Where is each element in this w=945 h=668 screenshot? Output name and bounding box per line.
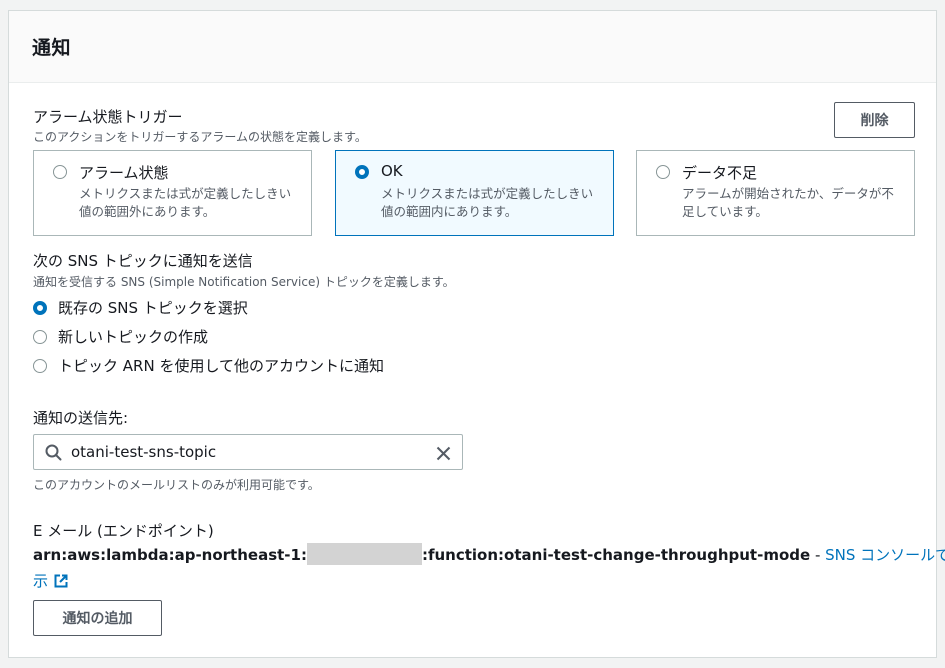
arn-separator: -	[810, 546, 826, 564]
radio-new-topic[interactable]	[33, 329, 47, 344]
radio-ok[interactable]	[355, 165, 369, 179]
trigger-option-description: アラームが開始されたか、データが不足しています。	[682, 186, 894, 219]
trigger-option-insufficient-data[interactable]: データ不足 アラームが開始されたか、データが不足しています。	[636, 150, 915, 236]
radio-insufficient-data[interactable]	[656, 165, 670, 179]
sns-console-link-text[interactable]: 示	[33, 570, 48, 591]
destination-value: otani-test-sns-topic	[71, 443, 217, 461]
trigger-option-ok[interactable]: OK メトリクスまたは式が定義したしきい値の範囲内にあります。	[335, 150, 614, 236]
sns-option-label: 新しいトピックの作成	[58, 328, 209, 346]
destination-search-input[interactable]: otani-test-sns-topic	[33, 434, 463, 470]
radio-alarm[interactable]	[53, 165, 67, 179]
destination-label: 通知の送信先:	[33, 409, 129, 427]
sns-description: 通知を受信する SNS (Simple Notification Service…	[33, 275, 455, 289]
trigger-option-description: メトリクスまたは式が定義したしきい値の範囲外にあります。	[79, 186, 292, 219]
endpoint-label: E メール (エンドポイント)	[33, 522, 214, 540]
panel-header: 通知	[9, 11, 936, 83]
panel-title: 通知	[32, 37, 72, 59]
trigger-option-label: データ不足	[682, 164, 758, 182]
destination-hint: このアカウントのメールリストのみが利用可能です。	[33, 478, 320, 492]
trigger-option-alarm[interactable]: アラーム状態 メトリクスまたは式が定義したしきい値の範囲外にあります。	[33, 150, 312, 236]
external-link-icon[interactable]	[54, 574, 68, 588]
notification-panel: 通知 アラーム状態トリガー このアクションをトリガーするアラームの状態を定義しま…	[8, 10, 945, 658]
remove-button[interactable]: 削除	[834, 102, 915, 138]
radio-topic-arn[interactable]	[33, 358, 47, 373]
sns-option-label: 既存の SNS トピックを選択	[58, 299, 248, 317]
sns-console-link[interactable]: SNS コンソールで表	[825, 546, 945, 564]
search-icon	[45, 444, 62, 461]
trigger-option-label: OK	[381, 162, 403, 180]
endpoint-arn: arn:aws:lambda:ap-northeast-1: :function:…	[33, 543, 945, 565]
sns-option-label: トピック ARN を使用して他のアカウントに通知	[58, 357, 384, 375]
sns-option-existing[interactable]: 既存の SNS トピックを選択	[33, 297, 248, 318]
sns-option-new[interactable]: 新しいトピックの作成	[33, 326, 208, 347]
sns-option-arn[interactable]: トピック ARN を使用して他のアカウントに通知	[33, 355, 384, 376]
sns-console-link-continued[interactable]: 示	[33, 570, 68, 591]
radio-existing-topic[interactable]	[33, 300, 47, 315]
add-notification-button[interactable]: 通知の追加	[33, 600, 162, 636]
arn-prefix: arn:aws:lambda:ap-northeast-1:	[33, 546, 307, 564]
clear-icon[interactable]	[436, 446, 451, 461]
sns-label: 次の SNS トピックに通知を送信	[33, 252, 253, 270]
alarm-trigger-description: このアクションをトリガーするアラームの状態を定義します。	[33, 130, 367, 144]
alarm-trigger-label: アラーム状態トリガー	[33, 108, 183, 126]
redacted-account-id	[306, 543, 422, 565]
trigger-option-label: アラーム状態	[79, 164, 169, 182]
arn-suffix: :function:otani-test-change-throughput-m…	[421, 546, 811, 564]
trigger-option-description: メトリクスまたは式が定義したしきい値の範囲内にあります。	[381, 186, 594, 219]
